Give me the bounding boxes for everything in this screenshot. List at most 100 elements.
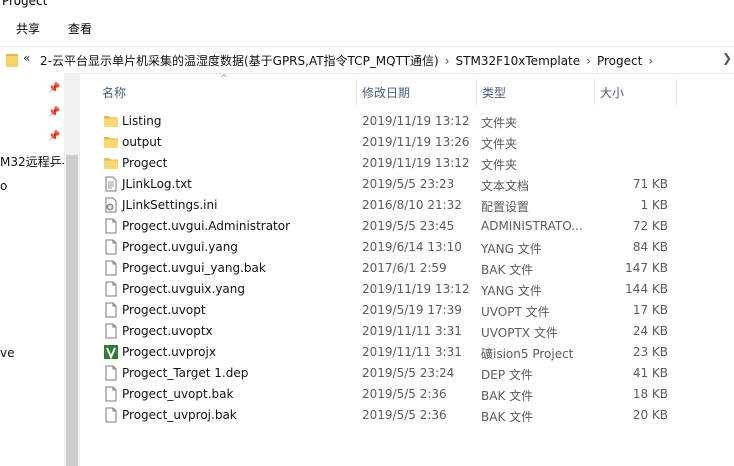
keil-project-icon xyxy=(103,344,119,360)
table-row[interactable]: Listing 2019/11/19 13:12 文件夹 xyxy=(98,111,718,132)
file-date: 2019/11/19 13:12 xyxy=(362,156,470,170)
settings-file-icon xyxy=(103,197,119,213)
address-bar[interactable]: « 2-云平台显示单片机采集的温湿度数据(基于GPRS,AT指令TCP_MQTT… xyxy=(0,46,734,74)
file-list: ^ 名称 修改日期 类型 大小 Listing 2019/11/19 13:12 文… xyxy=(80,73,734,466)
sort-ascending-icon: ^ xyxy=(220,74,228,84)
column-header-date[interactable]: 修改日期 xyxy=(362,84,410,101)
breadcrumb-item[interactable]: STM32F10xTemplate xyxy=(456,54,581,68)
column-divider[interactable] xyxy=(594,79,595,105)
column-header-type[interactable]: 类型 xyxy=(482,84,506,101)
breadcrumb-separator-icon[interactable]: › xyxy=(586,54,591,68)
file-date: 2019/11/11 3:31 xyxy=(362,324,462,338)
pin-icon[interactable]: 📌 xyxy=(48,83,60,94)
file-name: Progect.uvprojx xyxy=(122,345,216,359)
file-size: 18 KB xyxy=(632,387,668,401)
file-size: 144 KB xyxy=(625,282,668,296)
file-name: Progect xyxy=(122,156,168,170)
file-name: Progect.uvguix.yang xyxy=(122,282,246,296)
table-row[interactable]: Progect.uvopt 2019/5/19 17:39 UVOPT 文件 17 K… xyxy=(98,300,718,321)
file-size: 24 KB xyxy=(632,324,668,338)
breadcrumb-separator-icon[interactable]: › xyxy=(445,54,450,68)
column-divider[interactable] xyxy=(676,79,677,105)
file-size: 20 KB xyxy=(632,408,668,422)
folder-icon xyxy=(6,54,18,67)
nav-item[interactable]: ve xyxy=(0,346,14,360)
file-date: 2019/11/19 13:12 xyxy=(362,282,470,296)
file-size: 23 KB xyxy=(632,345,668,359)
table-row[interactable]: Progect.uvprojx 2019/11/11 3:31 礦ision5 Pr… xyxy=(98,342,718,363)
table-row[interactable]: Progect.uvgui_yang.bak 2017/6/1 2:59 BAK 文… xyxy=(98,258,718,279)
file-size: 72 KB xyxy=(632,219,668,233)
table-row[interactable]: Progect_uvproj.bak 2019/5/5 2:36 BAK 文件 20 … xyxy=(98,405,718,426)
folder-icon xyxy=(103,113,119,129)
table-row[interactable]: Progect 2019/11/19 13:12 文件夹 xyxy=(98,153,718,174)
window-title: Progect xyxy=(2,0,48,8)
column-header-row: ^ 名称 修改日期 类型 大小 xyxy=(80,73,734,109)
column-divider[interactable] xyxy=(356,79,357,105)
tab-view[interactable]: 查看 xyxy=(68,20,92,37)
file-size: 71 KB xyxy=(632,177,668,191)
table-row[interactable]: JLinkSettings.ini 2016/8/10 21:32 配置设置 1 KB xyxy=(98,195,718,216)
file-name: Listing xyxy=(122,114,162,128)
pin-icon[interactable]: 📌 xyxy=(48,107,60,118)
file-date: 2016/8/10 21:32 xyxy=(362,198,462,212)
file-icon xyxy=(103,260,119,276)
folder-icon xyxy=(103,155,119,171)
file-size: 84 KB xyxy=(632,240,668,254)
file-size: 41 KB xyxy=(632,366,668,380)
file-date: 2019/5/5 2:36 xyxy=(362,408,447,422)
file-date: 2019/5/19 17:39 xyxy=(362,303,462,317)
file-name: Progect_Target 1.dep xyxy=(122,366,249,380)
overflow-chevron-icon[interactable]: « xyxy=(23,51,30,65)
file-icon xyxy=(103,365,119,381)
tab-share[interactable]: 共享 xyxy=(16,20,40,37)
file-name: Progect.uvoptx xyxy=(122,324,213,338)
file-date: 2019/11/19 13:26 xyxy=(362,135,470,149)
file-name: Progect_uvproj.bak xyxy=(122,408,237,422)
breadcrumb-item[interactable]: 2-云平台显示单片机采集的温湿度数据(基于GPRS,AT指令TCP_MQTT通信… xyxy=(40,54,439,68)
file-name: Progect.uvgui.yang xyxy=(122,240,238,254)
table-row[interactable]: Progect_Target 1.dep 2019/5/5 23:24 DEP 文件… xyxy=(98,363,718,384)
breadcrumb-item[interactable]: Progect xyxy=(597,54,642,68)
table-row[interactable]: Progect.uvgui.yang 2019/6/14 13:10 YANG 文件… xyxy=(98,237,718,258)
ribbon: 共享 查看 xyxy=(0,10,734,44)
file-name: JLinkLog.txt xyxy=(122,177,192,191)
nav-scrollbar[interactable] xyxy=(64,73,80,466)
file-date: 2017/6/1 2:59 xyxy=(362,261,447,275)
nav-scrollbar-thumb[interactable] xyxy=(66,155,78,466)
breadcrumb-separator-icon[interactable]: › xyxy=(648,54,653,68)
table-row[interactable]: output 2019/11/19 13:26 文件夹 xyxy=(98,132,718,153)
file-date: 2019/11/11 3:31 xyxy=(362,345,462,359)
file-name: JLinkSettings.ini xyxy=(122,198,218,212)
file-name: Progect.uvgui_yang.bak xyxy=(122,261,266,275)
file-name: Progect.uvgui.Administrator xyxy=(122,219,291,233)
nav-item[interactable]: o xyxy=(0,179,7,193)
file-type: 文件夹 xyxy=(481,116,518,130)
file-size: 17 KB xyxy=(632,303,668,317)
table-row[interactable]: Progect_uvopt.bak 2019/5/5 2:36 BAK 文件 18 K… xyxy=(98,384,718,405)
pin-icon[interactable]: 📌 xyxy=(48,131,60,142)
file-icon xyxy=(103,386,119,402)
file-icon xyxy=(103,218,119,234)
window-title-strip: Progect xyxy=(0,0,734,10)
navigation-pane: 📌 📌 📌 M32远程乒乓 o ve xyxy=(0,73,64,466)
file-date: 2019/5/5 23:23 xyxy=(362,177,455,191)
file-icon xyxy=(103,239,119,255)
column-divider[interactable] xyxy=(476,79,477,105)
file-icon xyxy=(103,323,119,339)
table-row[interactable]: Progect.uvgui.Administrator 2019/5/5 23:4… xyxy=(98,216,718,237)
table-row[interactable]: Progect.uvguix.yang 2019/11/19 13:12 YANG … xyxy=(98,279,718,300)
file-date: 2019/5/5 23:45 xyxy=(362,219,455,233)
nav-item[interactable]: M32远程乒乓 xyxy=(0,153,64,170)
column-header-size[interactable]: 大小 xyxy=(600,84,624,101)
table-row[interactable]: JLinkLog.txt 2019/5/5 23:23 文本文档 71 KB xyxy=(98,174,718,195)
file-date: 2019/11/19 13:12 xyxy=(362,114,470,128)
text-file-icon xyxy=(103,176,119,192)
file-date: 2019/5/5 23:24 xyxy=(362,366,455,380)
file-type: 文件夹 xyxy=(481,158,518,172)
address-dropdown-icon[interactable]: ❯ xyxy=(718,51,734,68)
table-row[interactable]: Progect.uvoptx 2019/11/11 3:31 UVOPTX 文件 24… xyxy=(98,321,718,342)
file-icon xyxy=(103,407,119,423)
file-date: 2019/5/5 2:36 xyxy=(362,387,447,401)
column-header-name[interactable]: 名称 xyxy=(102,84,126,101)
